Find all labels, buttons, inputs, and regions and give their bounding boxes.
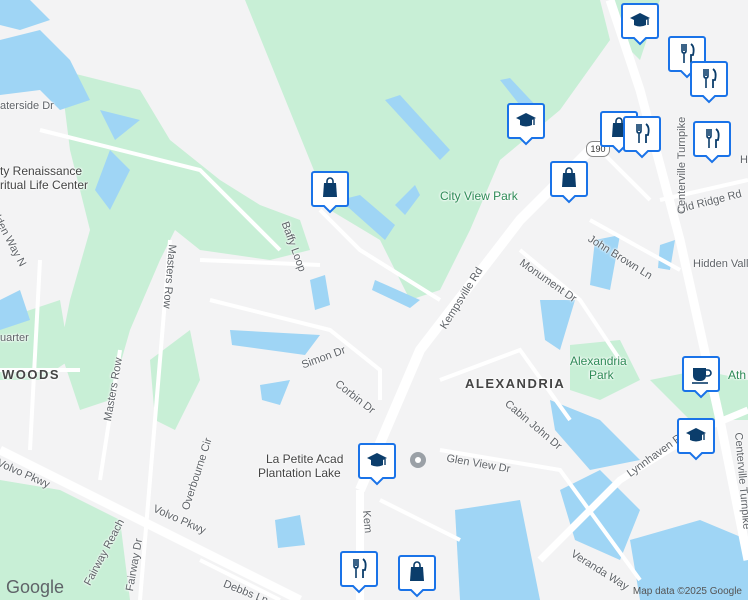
school-pin-park[interactable] <box>507 102 545 146</box>
cafe-pin[interactable] <box>682 355 720 399</box>
google-logo: Google <box>6 577 65 597</box>
shopping-bag-icon <box>311 171 349 214</box>
alexandria-park-label-2: Park <box>589 368 614 382</box>
shopping-pin-bottom[interactable] <box>398 554 436 598</box>
la-petite-label-1: La Petite Acad <box>266 452 344 466</box>
fork-knife-icon <box>623 116 661 159</box>
school-pin-lynnhaven[interactable] <box>677 417 715 461</box>
shopping-bag-icon <box>398 555 436 598</box>
life-center-label: ritual Life Center <box>0 178 89 192</box>
graduation-cap-icon <box>677 418 715 461</box>
centerville-tpke-label-1: Centerville Turnpike <box>676 116 688 214</box>
restaurant-pin-2[interactable] <box>690 60 728 104</box>
fork-knife-icon <box>690 61 728 104</box>
fork-knife-icon <box>693 121 731 164</box>
map-attribution: Map data ©2025 Google <box>632 586 742 597</box>
fork-knife-icon <box>340 551 378 594</box>
alexandria-park-label-1: Alexandria <box>570 354 627 368</box>
map-canvas[interactable]: aterside Dr ty Renaissance ritual Life C… <box>0 0 748 600</box>
la-petite-label-2: Plantation Lake <box>258 466 341 480</box>
shopping-pin-golf[interactable] <box>311 170 349 214</box>
city-view-park-label: City View Park <box>440 189 518 203</box>
shopping-bag-icon <box>550 161 588 204</box>
quarter-label: uarter <box>0 332 29 344</box>
renaissance-label: ty Renaissance <box>0 164 83 178</box>
woods-area-label: WOODS <box>2 367 61 382</box>
school-pin-top[interactable] <box>621 2 659 46</box>
h-edge-label: H <box>740 154 748 166</box>
school-pin-la-petite[interactable] <box>358 442 396 486</box>
waterside-dr-label: aterside Dr <box>0 100 54 112</box>
restaurant-pin-3[interactable] <box>623 115 661 159</box>
restaurant-pin-4[interactable] <box>693 120 731 164</box>
graduation-cap-icon <box>507 103 545 146</box>
ath-label: Ath <box>728 368 747 382</box>
graduation-cap-icon <box>358 443 396 486</box>
restaurant-pin-bottom[interactable] <box>340 550 378 594</box>
coffee-cup-icon <box>682 356 720 399</box>
shopping-pin-kempsville[interactable] <box>550 160 588 204</box>
map-base-layer <box>0 0 748 600</box>
alexandria-area-label: ALEXANDRIA <box>465 376 566 391</box>
kempsville-rd-label-2: Kem <box>360 510 374 534</box>
graduation-cap-icon <box>621 3 659 46</box>
hidden-valley-label: Hidden Vall <box>693 258 748 270</box>
